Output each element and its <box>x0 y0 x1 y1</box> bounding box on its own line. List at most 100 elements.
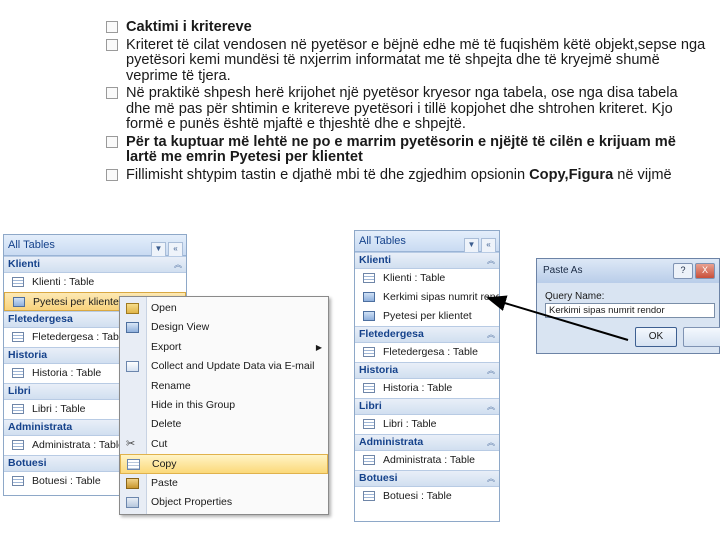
collapse-group-icon[interactable]: ︽ <box>487 327 495 342</box>
menu-item-label: Object Properties <box>151 495 233 508</box>
menu-item-label: Open <box>151 302 177 314</box>
group-label: Historia <box>8 349 48 361</box>
table-icon <box>12 277 24 287</box>
pane-list: Klienti ︽ Klienti : Table Kerkimi sipas num… <box>355 252 499 506</box>
menu-item-paste[interactable]: Paste <box>120 474 328 493</box>
context-menu: Open Design View Export ▶ Collect and Update… <box>119 296 329 515</box>
menu-item-rename[interactable]: Rename <box>120 377 328 396</box>
copy-icon <box>127 459 140 471</box>
table-icon <box>363 347 375 357</box>
dropdown-icon[interactable]: ▼ <box>464 238 479 253</box>
nav-item-label: Libri : Table <box>383 418 437 430</box>
menu-item-label: Cut <box>151 437 168 450</box>
group-label: Botuesi <box>8 457 47 469</box>
collapse-group-icon[interactable]: ︽ <box>174 257 182 272</box>
table-icon <box>363 491 375 501</box>
menu-item-hide-in-this-group[interactable]: Hide in this Group <box>120 396 328 415</box>
help-button[interactable]: ? <box>673 263 693 279</box>
bullet-marker-icon <box>106 87 118 99</box>
bullet-item: Caktimi i kritereve <box>106 19 706 36</box>
query-icon <box>363 311 375 321</box>
cancel-button[interactable] <box>683 327 720 347</box>
group-header-botuesi[interactable]: Botuesi ︽ <box>355 470 499 487</box>
collapse-group-icon[interactable]: ︽ <box>487 435 495 450</box>
menu-item-copy[interactable]: Copy <box>120 454 328 474</box>
group-label: Fletedergesa <box>359 328 424 340</box>
dropdown-icon[interactable]: ▼ <box>151 242 166 257</box>
table-icon <box>12 368 24 378</box>
menu-item-label: Export <box>151 340 182 353</box>
group-label: Historia <box>359 364 399 376</box>
menu-item-label: Rename <box>151 379 191 392</box>
nav-item-kerkimi-sipas-numrit-rendor[interactable]: Kerkimi sipas numrit rendor <box>355 288 499 307</box>
query-icon <box>13 297 25 307</box>
bullet-marker-icon <box>106 168 118 181</box>
group-label: Administrata <box>359 436 424 448</box>
group-header-klienti[interactable]: Klienti ︽ <box>355 252 499 269</box>
group-header-historia[interactable]: Historia ︽ <box>355 362 499 379</box>
group-header-fletedergesa[interactable]: Fletedergesa ︽ <box>355 326 499 343</box>
email-icon <box>126 361 139 373</box>
pane-title: All Tables <box>359 235 406 247</box>
menu-item-label: Copy <box>152 458 177 471</box>
nav-item-klienti-table[interactable]: Klienti : Table <box>355 269 499 288</box>
pane-header[interactable]: All Tables ▼ « <box>4 235 186 257</box>
nav-item-fletedergesa-table[interactable]: Fletedergesa : Table <box>355 343 499 362</box>
collapse-group-icon[interactable]: ︽ <box>487 363 495 378</box>
menu-item-label: Hide in this Group <box>151 398 236 411</box>
query-name-input[interactable]: Kerkimi sipas numrit rendor <box>545 303 715 318</box>
menu-item-label: Paste <box>151 476 178 489</box>
collapse-icon[interactable]: « <box>168 242 183 257</box>
nav-item-botuesi-table[interactable]: Botuesi : Table <box>355 487 499 506</box>
menu-item-export[interactable]: Export ▶ <box>120 338 328 357</box>
nav-item-label: Fletedergesa : Table <box>383 346 478 358</box>
table-icon <box>12 476 24 486</box>
nav-item-label: Pyetesi per klientet <box>383 310 472 322</box>
group-header-administrata[interactable]: Administrata ︽ <box>355 434 499 451</box>
collapse-group-icon[interactable]: ︽ <box>487 471 495 486</box>
nav-item-klienti-table[interactable]: Klienti : Table <box>4 273 186 292</box>
bullet-marker-icon <box>106 135 118 148</box>
menu-item-object-properties[interactable]: Object Properties <box>120 493 328 512</box>
close-button[interactable]: X <box>695 263 715 279</box>
group-label: Administrata <box>8 421 73 433</box>
menu-item-open[interactable]: Open <box>120 299 328 318</box>
menu-item-label: Collect and Update Data via E-mail <box>151 360 315 373</box>
nav-item-label: Kerkimi sipas numrit rendor <box>383 291 500 303</box>
ok-button[interactable]: OK <box>635 327 677 347</box>
group-header-libri[interactable]: Libri ︽ <box>355 398 499 415</box>
group-header-klienti[interactable]: Klienti ︽ <box>4 256 186 273</box>
pane-header[interactable]: All Tables ▼ « <box>355 231 499 253</box>
open-icon <box>126 303 139 314</box>
menu-item-collect-and-update-data-via-e-mail[interactable]: Collect and Update Data via E-mail <box>120 357 328 376</box>
table-icon <box>12 440 24 450</box>
nav-item-label: Libri : Table <box>32 403 86 415</box>
menu-item-cut[interactable]: ✂ Cut <box>120 435 328 454</box>
bullet-item: Kriteret të cilat vendosen në pyetësor e… <box>106 37 706 85</box>
group-label: Fletedergesa <box>8 313 73 325</box>
nav-item-pyetesi-per-klientet[interactable]: Pyetesi per klientet <box>355 307 499 326</box>
bullet-item: Për ta kuptuar më lehtë ne po e marrim p… <box>106 134 706 166</box>
nav-item-label: Klienti : Table <box>32 276 95 288</box>
dialog-titlebar[interactable]: Paste As ? X <box>537 259 719 283</box>
bullet-marker-icon <box>106 38 118 51</box>
menu-item-label: Design View <box>151 321 210 334</box>
nav-item-label: Historia : Table <box>383 382 453 394</box>
nav-item-historia-table[interactable]: Historia : Table <box>355 379 499 398</box>
paste-as-dialog: Paste As ? X Query Name: Kerkimi sipas n… <box>536 258 720 354</box>
menu-item-design-view[interactable]: Design View <box>120 318 328 337</box>
menu-items: Open Design View Export ▶ Collect and Update… <box>120 297 328 512</box>
pane-title: All Tables <box>8 239 55 251</box>
nav-item-label: Administrata : Table <box>32 439 125 451</box>
collapse-icon[interactable]: « <box>481 238 496 253</box>
nav-item-libri-table[interactable]: Libri : Table <box>355 415 499 434</box>
menu-item-delete[interactable]: Delete <box>120 415 328 434</box>
collapse-group-icon[interactable]: ︽ <box>487 253 495 268</box>
collapse-group-icon[interactable]: ︽ <box>487 399 495 414</box>
group-label: Botuesi <box>359 472 398 484</box>
bullet-list: Caktimi i kritereve Kriteret të cilat ve… <box>106 19 706 185</box>
group-label: Libri <box>8 385 31 397</box>
nav-item-administrata-table[interactable]: Administrata : Table <box>355 451 499 470</box>
paste-icon <box>126 477 139 489</box>
table-icon <box>363 273 375 283</box>
